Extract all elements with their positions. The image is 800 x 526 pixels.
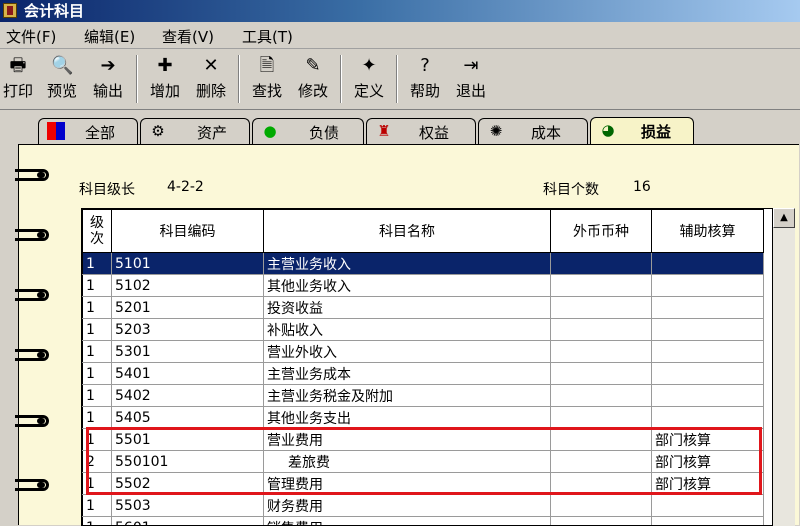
accounts-grid: 级次 科目编码 科目名称 外币币种 辅助核算 15101主营业务收入 15102… bbox=[81, 208, 784, 526]
column-header-level[interactable]: 级次 bbox=[83, 210, 112, 253]
binder-ring bbox=[15, 169, 49, 181]
level-value: 4-2-2 bbox=[167, 179, 204, 195]
menu-file[interactable]: 文件(F) bbox=[6, 26, 56, 47]
tab-asset[interactable]: ⚙ 资产 bbox=[140, 118, 250, 144]
add-button[interactable]: ✚ 增加 bbox=[146, 53, 184, 105]
find-button[interactable]: 🗎 查找 bbox=[248, 53, 286, 105]
tab-equity[interactable]: ♜ 权益 bbox=[366, 118, 476, 144]
toolbar-separator bbox=[340, 55, 342, 103]
count-value: 16 bbox=[633, 179, 651, 195]
binder-ring bbox=[15, 479, 49, 491]
toolbar: 🖶 打印 🔍 预览 ➔ 输出 ✚ 增加 ✕ 删除 🗎 查找 ✎ 修改 ✦ 定义 … bbox=[0, 49, 800, 110]
find-icon: 🗎 bbox=[256, 55, 278, 77]
binder-ring bbox=[15, 349, 49, 361]
liability-icon: ● bbox=[261, 122, 279, 140]
export-button[interactable]: ➔ 输出 bbox=[90, 53, 126, 105]
toolbar-separator bbox=[136, 55, 138, 103]
count-label: 科目个数 bbox=[543, 179, 599, 199]
equity-icon: ♜ bbox=[375, 122, 393, 140]
delete-button[interactable]: ✕ 删除 bbox=[192, 53, 230, 105]
scroll-up-arrow-icon[interactable]: ▲ bbox=[773, 208, 795, 228]
exit-icon: ⇥ bbox=[460, 55, 482, 77]
column-header-aux[interactable]: 辅助核算 bbox=[652, 210, 764, 253]
tab-all[interactable]: 全部 bbox=[38, 118, 138, 144]
preview-button[interactable]: 🔍 预览 bbox=[44, 53, 80, 105]
table-row[interactable]: 15601销售费用 bbox=[83, 517, 764, 526]
notebook: 全部 ⚙ 资产 ● 负债 ♜ 权益 ✺ 成本 ◕ 损益 科目级长 4-2-2 科… bbox=[10, 110, 800, 524]
menu-view[interactable]: 查看(V) bbox=[162, 26, 214, 47]
table-row[interactable]: 15502管理费用部门核算 bbox=[83, 473, 764, 495]
table-row[interactable]: 15203补贴收入 bbox=[83, 319, 764, 341]
app-icon bbox=[3, 3, 17, 18]
column-header-currency[interactable]: 外币币种 bbox=[551, 210, 652, 253]
modify-icon: ✎ bbox=[302, 55, 324, 77]
tab-liability[interactable]: ● 负债 bbox=[252, 118, 364, 144]
printer-icon: 🖶 bbox=[7, 55, 29, 77]
profit-loss-icon: ◕ bbox=[599, 121, 617, 139]
title-bar: 会计科目 bbox=[0, 0, 800, 22]
modify-button[interactable]: ✎ 修改 bbox=[294, 53, 332, 105]
cost-icon: ✺ bbox=[487, 122, 505, 140]
add-icon: ✚ bbox=[154, 55, 176, 77]
delete-icon: ✕ bbox=[200, 55, 222, 77]
binder-ring bbox=[15, 415, 49, 427]
export-icon: ➔ bbox=[97, 55, 119, 77]
all-icon bbox=[47, 122, 65, 140]
table-row[interactable]: 15402主营业务税金及附加 bbox=[83, 385, 764, 407]
preview-icon: 🔍 bbox=[51, 55, 73, 77]
binder-ring bbox=[15, 289, 49, 301]
table-row[interactable]: 15301营业外收入 bbox=[83, 341, 764, 363]
tab-page: 科目级长 4-2-2 科目个数 16 级次 科目编码 科目名称 外币币种 辅助核… bbox=[18, 144, 799, 525]
table-row[interactable]: 15503财务费用 bbox=[83, 495, 764, 517]
define-button[interactable]: ✦ 定义 bbox=[350, 53, 388, 105]
print-button[interactable]: 🖶 打印 bbox=[0, 53, 36, 105]
help-icon: ? bbox=[414, 55, 436, 77]
table-row[interactable]: 15401主营业务成本 bbox=[83, 363, 764, 385]
table-row[interactable]: 15201投资收益 bbox=[83, 297, 764, 319]
column-header-code[interactable]: 科目编码 bbox=[112, 210, 264, 253]
menu-edit[interactable]: 编辑(E) bbox=[84, 26, 135, 47]
accounts-table: 级次 科目编码 科目名称 外币币种 辅助核算 15101主营业务收入 15102… bbox=[82, 209, 764, 526]
asset-icon: ⚙ bbox=[149, 122, 167, 140]
column-header-name[interactable]: 科目名称 bbox=[264, 210, 551, 253]
menu-bar: 文件(F) 编辑(E) 查看(V) 工具(T) bbox=[0, 22, 800, 49]
level-label: 科目级长 bbox=[79, 179, 135, 199]
window-title: 会计科目 bbox=[24, 0, 84, 22]
vertical-scrollbar[interactable]: ▲ bbox=[772, 208, 795, 526]
table-row[interactable]: 15101主营业务收入 bbox=[83, 253, 764, 275]
tab-cost[interactable]: ✺ 成本 bbox=[478, 118, 588, 144]
help-button[interactable]: ? 帮助 bbox=[406, 53, 444, 105]
table-row[interactable]: 15405其他业务支出 bbox=[83, 407, 764, 429]
table-row[interactable]: 15501营业费用部门核算 bbox=[83, 429, 764, 451]
tab-profit-loss[interactable]: ◕ 损益 bbox=[590, 117, 694, 145]
toolbar-separator bbox=[396, 55, 398, 103]
menu-tools[interactable]: 工具(T) bbox=[242, 26, 293, 47]
magic-wand-icon: ✦ bbox=[358, 55, 380, 77]
toolbar-separator bbox=[238, 55, 240, 103]
binder-ring bbox=[15, 229, 49, 241]
table-row[interactable]: 2550101差旅费部门核算 bbox=[83, 451, 764, 473]
exit-button[interactable]: ⇥ 退出 bbox=[452, 53, 490, 105]
table-row[interactable]: 15102其他业务收入 bbox=[83, 275, 764, 297]
